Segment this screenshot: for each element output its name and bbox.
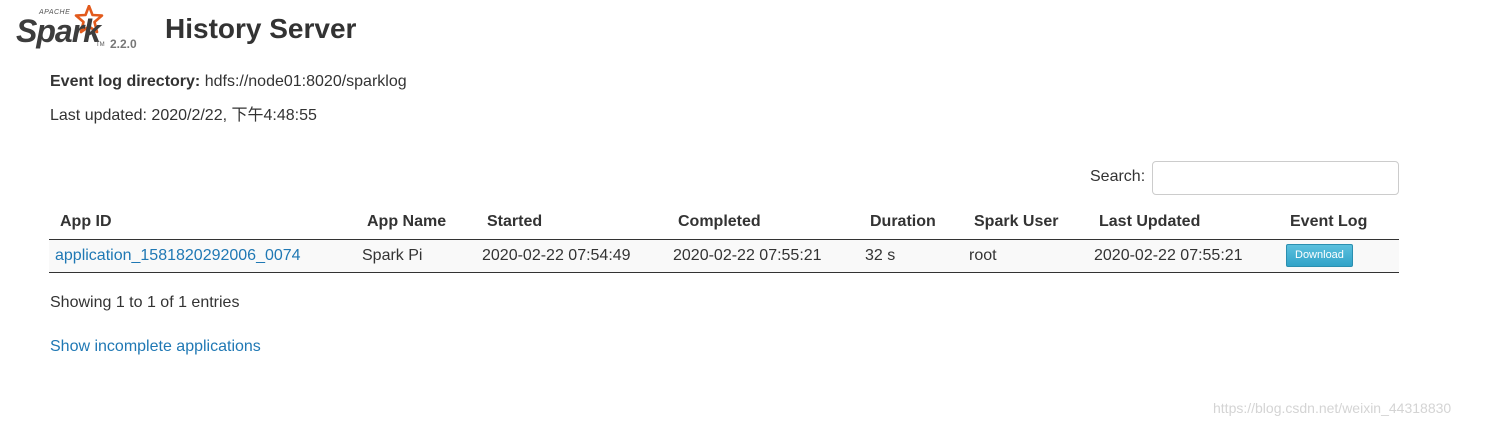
entries-info: Showing 1 to 1 of 1 entries — [50, 294, 240, 311]
cell-event-log: Download — [1286, 239, 1399, 273]
cell-spark-user: root — [969, 239, 1094, 273]
cell-app-id: application_1581820292006_0074 — [49, 239, 362, 273]
show-incomplete-link[interactable]: Show incomplete applications — [50, 337, 261, 357]
event-log-directory-value: hdfs://node01:8020/sparklog — [204, 73, 407, 90]
event-log-directory: Event log directory: hdfs://node01:8020/… — [50, 72, 407, 92]
spark-wordmark: Spark — [16, 13, 101, 49]
trademark-label: TM — [96, 42, 105, 48]
search-label: Search: — [1090, 168, 1146, 185]
search-input[interactable] — [1152, 161, 1399, 195]
cell-started: 2020-02-22 07:54:49 — [482, 239, 673, 273]
cell-completed: 2020-02-22 07:55:21 — [673, 239, 865, 273]
column-header-duration[interactable]: Duration — [865, 206, 969, 240]
column-header-last-updated[interactable]: Last Updated — [1094, 206, 1286, 240]
version-label: 2.2.0 — [110, 37, 137, 51]
column-header-event-log[interactable]: Event Log — [1286, 206, 1399, 240]
column-header-completed[interactable]: Completed — [673, 206, 865, 240]
download-button[interactable]: Download — [1286, 244, 1353, 267]
watermark-text: https://blog.csdn.net/weixin_44318830 — [1213, 400, 1452, 416]
cell-duration: 32 s — [865, 239, 969, 273]
last-updated-text: Last updated: 2020/2/22, 下午4:48:55 — [50, 107, 317, 124]
column-header-app-id[interactable]: App ID — [49, 206, 362, 240]
event-log-directory-label: Event log directory: — [50, 73, 201, 90]
column-header-spark-user[interactable]: Spark User — [969, 206, 1094, 240]
history-server-page: APACHE Spark TM 2.2.0 History Server Eve… — [0, 0, 1495, 426]
applications-table: App ID App Name Started Completed Durati… — [49, 206, 1399, 273]
table-header-row: App ID App Name Started Completed Durati… — [49, 206, 1399, 240]
cell-app-name: Spark Pi — [362, 239, 482, 273]
column-header-started[interactable]: Started — [482, 206, 673, 240]
column-header-app-name[interactable]: App Name — [362, 206, 482, 240]
page-title: History Server — [165, 13, 357, 44]
table-row: application_1581820292006_0074 Spark Pi … — [49, 239, 1399, 273]
app-id-link[interactable]: application_1581820292006_0074 — [55, 247, 301, 264]
cell-last-updated: 2020-02-22 07:55:21 — [1094, 239, 1286, 273]
spark-logo[interactable]: APACHE Spark TM — [16, 5, 108, 51]
